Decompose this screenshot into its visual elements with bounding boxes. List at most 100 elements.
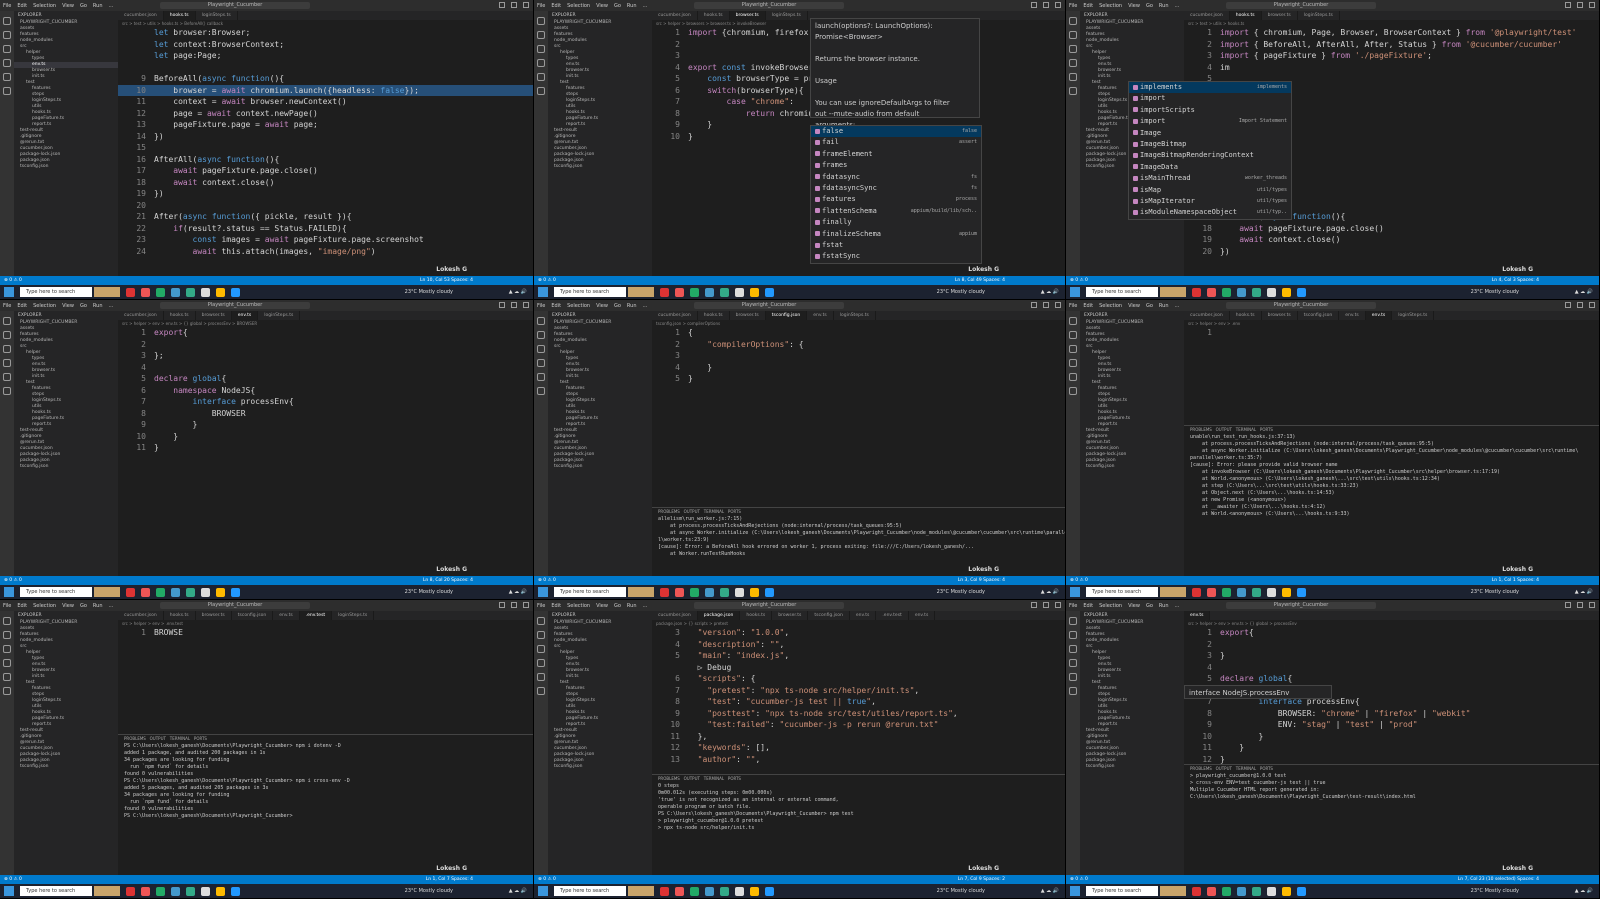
menu-item[interactable]: Edit bbox=[1080, 303, 1096, 309]
taskbar-app-icon[interactable] bbox=[720, 886, 729, 896]
menu-item[interactable]: Go bbox=[1143, 603, 1156, 609]
autocomplete-item[interactable]: isMap util/types bbox=[1129, 185, 1291, 196]
run-debug-icon[interactable] bbox=[537, 659, 545, 667]
tab-browser-ts[interactable]: browser.ts bbox=[196, 611, 232, 620]
source-control-icon[interactable] bbox=[537, 45, 545, 53]
search-icon[interactable] bbox=[537, 331, 545, 339]
close-icon[interactable] bbox=[1055, 302, 1061, 308]
search-icon[interactable] bbox=[1069, 331, 1077, 339]
taskbar-search[interactable]: Type here to search bbox=[1086, 287, 1158, 297]
tab-tsconfig-json[interactable]: tsconfig.json bbox=[808, 611, 850, 620]
taskbar-app-icon[interactable] bbox=[1267, 287, 1276, 297]
taskbar-app-icon[interactable] bbox=[735, 886, 744, 896]
code-line[interactable]: 14}) bbox=[118, 131, 533, 143]
taskbar-app-icon[interactable] bbox=[750, 287, 759, 297]
menu-item[interactable]: File bbox=[0, 303, 14, 309]
explorer-item[interactable]: tsconfig.json bbox=[548, 164, 652, 170]
taskbar-app-icon[interactable] bbox=[1192, 886, 1201, 896]
code-line[interactable]: 3 bbox=[652, 350, 1065, 362]
code-line[interactable]: 11} bbox=[118, 442, 533, 454]
code-line[interactable]: 20 bbox=[118, 200, 533, 212]
taskbar-app-icon[interactable] bbox=[126, 587, 135, 597]
taskbar-app-icon[interactable] bbox=[1282, 287, 1291, 297]
close-icon[interactable] bbox=[1055, 602, 1061, 608]
menu-item[interactable]: Go bbox=[1143, 303, 1156, 309]
autocomplete-item[interactable]: importScripts bbox=[1129, 105, 1291, 116]
menu-item[interactable]: Edit bbox=[1080, 603, 1096, 609]
code-line[interactable]: 2 bbox=[118, 339, 533, 351]
tab-package-json[interactable]: package.json bbox=[697, 611, 741, 620]
code-line[interactable]: 9 "posttest": "npx ts-node src/test/util… bbox=[652, 708, 1065, 720]
menu-item[interactable]: Run bbox=[1156, 3, 1172, 9]
menu-item[interactable]: ... bbox=[640, 3, 651, 9]
tab-cucumber-json[interactable]: cucumber.json bbox=[1184, 11, 1230, 20]
code-line[interactable]: 23 const images = await pageFixture.page… bbox=[118, 234, 533, 246]
minimize-icon[interactable] bbox=[499, 302, 505, 308]
taskbar-app-icon[interactable] bbox=[1222, 287, 1231, 297]
extensions-icon[interactable] bbox=[3, 673, 11, 681]
extensions-icon[interactable] bbox=[537, 373, 545, 381]
taskbar-search[interactable]: Type here to search bbox=[554, 587, 626, 597]
taskbar-app-icon[interactable] bbox=[171, 287, 180, 297]
taskbar-app-icon[interactable] bbox=[141, 287, 150, 297]
code-line[interactable]: 2 import { BeforeAll, AfterAll, After, St… bbox=[1184, 39, 1599, 51]
minimize-icon[interactable] bbox=[1031, 302, 1037, 308]
weather-widget[interactable]: 23°C Mostly cloudy bbox=[937, 289, 985, 295]
weather-widget[interactable]: 23°C Mostly cloudy bbox=[937, 888, 985, 894]
windows-start-icon[interactable] bbox=[1070, 587, 1080, 597]
extensions-icon[interactable] bbox=[537, 673, 545, 681]
menu-item[interactable]: View bbox=[1125, 303, 1143, 309]
search-icon[interactable] bbox=[3, 331, 11, 339]
menu-item[interactable]: File bbox=[0, 3, 14, 9]
code-line[interactable]: 1 bbox=[1184, 327, 1599, 339]
minimize-icon[interactable] bbox=[1031, 2, 1037, 8]
code-line[interactable]: 18 await context.close() bbox=[118, 177, 533, 189]
tab-tsconfig-json[interactable]: tsconfig.json bbox=[1298, 311, 1340, 320]
taskbar-app-icon[interactable] bbox=[1252, 587, 1261, 597]
taskbar-app-icon[interactable] bbox=[720, 587, 729, 597]
terminal-panel[interactable]: PROBLEMS OUTPUT TERMINAL PORTS allelism\r… bbox=[652, 507, 1065, 576]
taskbar-app-icon[interactable] bbox=[1267, 587, 1276, 597]
weather-widget[interactable]: 23°C Mostly cloudy bbox=[405, 888, 453, 894]
weather-widget[interactable]: 23°C Mostly cloudy bbox=[1471, 589, 1519, 595]
maximize-icon[interactable] bbox=[511, 2, 517, 8]
tab-cucumber-json[interactable]: cucumber.json bbox=[118, 611, 164, 620]
testing-icon[interactable] bbox=[537, 87, 545, 95]
search-icon[interactable] bbox=[1069, 31, 1077, 39]
close-icon[interactable] bbox=[1055, 2, 1061, 8]
autocomplete-item[interactable]: fdatasync fs bbox=[811, 172, 981, 183]
tab-env-ts[interactable]: env.ts bbox=[1184, 611, 1211, 620]
taskbar-app-icon[interactable] bbox=[231, 587, 240, 597]
files-icon[interactable] bbox=[537, 17, 545, 25]
tab-hooks-ts[interactable]: hooks.ts bbox=[1230, 311, 1262, 320]
code-editor[interactable]: 3 "version": "1.0.0", 4 "description": ""… bbox=[652, 627, 1065, 765]
autocomplete-item[interactable]: flattenSchema appium/build/lib/sch.. bbox=[811, 206, 981, 217]
explorer-item[interactable]: tsconfig.json bbox=[1080, 764, 1184, 770]
code-editor[interactable]: 1 bbox=[1184, 327, 1599, 339]
taskbar-app-icon[interactable] bbox=[660, 287, 669, 297]
code-line[interactable]: 5 "main": "index.js", bbox=[652, 650, 1065, 662]
testing-icon[interactable] bbox=[537, 387, 545, 395]
menu-item[interactable]: Selection bbox=[30, 603, 59, 609]
maximize-icon[interactable] bbox=[1043, 602, 1049, 608]
terminal-panel[interactable]: PROBLEMS OUTPUT TERMINAL PORTS 0 steps 0m0… bbox=[652, 774, 1065, 875]
maximize-icon[interactable] bbox=[1577, 602, 1583, 608]
taskbar-app-icon[interactable] bbox=[1237, 287, 1246, 297]
windows-start-icon[interactable] bbox=[538, 287, 548, 297]
menu-item[interactable]: Selection bbox=[1096, 603, 1125, 609]
code-line[interactable]: 1 export{ bbox=[1184, 627, 1599, 639]
code-line[interactable]: 19 await context.close() bbox=[1184, 234, 1599, 246]
menu-item[interactable]: Edit bbox=[14, 303, 30, 309]
code-line[interactable]: 4 } bbox=[652, 362, 1065, 374]
taskbar-app-icon[interactable] bbox=[735, 587, 744, 597]
close-icon[interactable] bbox=[1589, 302, 1595, 308]
code-line[interactable]: 13 "author": "", bbox=[652, 754, 1065, 766]
code-line[interactable]: 1 export{ bbox=[118, 327, 533, 339]
explorer-item[interactable]: tsconfig.json bbox=[14, 164, 118, 170]
code-line[interactable]: 24 await this.attach(images, "image/png"… bbox=[118, 246, 533, 258]
autocomplete-item[interactable]: frames bbox=[811, 160, 981, 171]
search-icon[interactable] bbox=[3, 31, 11, 39]
search-icon[interactable] bbox=[1069, 631, 1077, 639]
menu-item[interactable]: Run bbox=[624, 603, 640, 609]
run-debug-icon[interactable] bbox=[3, 659, 11, 667]
